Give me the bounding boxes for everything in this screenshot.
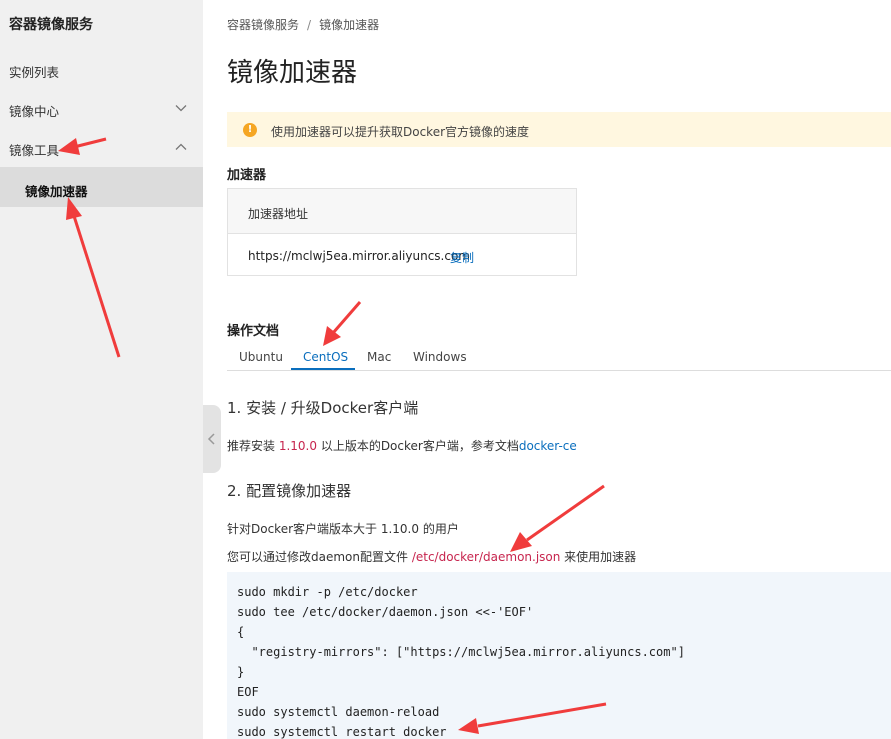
sidebar-item-label: 实例列表 bbox=[9, 65, 60, 80]
daemon-json-path: /etc/docker/daemon.json bbox=[411, 550, 561, 564]
breadcrumb-separator: / bbox=[307, 18, 312, 32]
page-title: 镜像加速器 bbox=[227, 58, 358, 88]
breadcrumb-current: 镜像加速器 bbox=[319, 18, 380, 32]
code-block[interactable]: sudo mkdir -p /etc/docker sudo tee /etc/… bbox=[227, 572, 891, 739]
code-line: sudo systemctl restart docker bbox=[237, 725, 447, 739]
sidebar-item-image-center[interactable]: 镜像中心 bbox=[0, 89, 203, 129]
warning-icon: ! bbox=[243, 123, 257, 137]
main-content: 容器镜像服务 / 镜像加速器 镜像加速器 ! 使用加速器可以提升获取Docker官方… bbox=[203, 0, 891, 739]
sidebar-item-label: 镜像中心 bbox=[9, 104, 60, 119]
step1-version: 1.10.0 bbox=[278, 439, 317, 453]
code-line: EOF bbox=[237, 685, 259, 699]
step1-title: 1. 安装 / 升级Docker客户端 bbox=[227, 399, 419, 417]
sidebar-item-image-accelerator[interactable]: 镜像加速器 bbox=[0, 167, 203, 207]
step1-paragraph: 推荐安装 1.10.0 以上版本的Docker客户端，参考文档docker-ce bbox=[227, 437, 577, 454]
code-line: { bbox=[237, 625, 245, 639]
step2-line2: 您可以通过修改daemon配置文件 /etc/docker/daemon.jso… bbox=[227, 548, 636, 565]
code-line: } bbox=[237, 665, 245, 679]
accelerator-table: 加速器地址 https://mclwj5ea.mirror.aliyuncs.c… bbox=[227, 188, 577, 276]
docker-ce-link[interactable]: docker-ce bbox=[519, 439, 577, 453]
os-tabs: Ubuntu CentOS Mac Windows bbox=[227, 346, 891, 371]
step2-text-suffix: 来使用加速器 bbox=[560, 550, 637, 564]
code-line: sudo systemctl daemon-reload bbox=[237, 705, 440, 719]
step2-text-prefix: 您可以通过修改daemon配置文件 bbox=[227, 550, 412, 564]
tab-mac[interactable]: Mac bbox=[367, 350, 391, 364]
code-line: sudo mkdir -p /etc/docker bbox=[237, 585, 418, 599]
docs-heading: 操作文档 bbox=[227, 324, 280, 339]
code-line: sudo tee /etc/docker/daemon.json <<-'EOF… bbox=[237, 605, 534, 619]
sidebar-item-instance-list[interactable]: 实例列表 bbox=[0, 50, 203, 90]
notice-text: 使用加速器可以提升获取Docker官方镜像的速度 bbox=[271, 125, 530, 139]
accelerator-heading: 加速器 bbox=[227, 168, 267, 183]
chevron-up-icon bbox=[175, 143, 187, 150]
column-header-accelerator-address: 加速器地址 bbox=[248, 207, 309, 221]
step1-text-middle: 以上版本的Docker客户端，参考文档 bbox=[317, 439, 519, 453]
sidebar: 容器镜像服务 实例列表 镜像中心 镜像工具 镜像加速器 bbox=[0, 0, 203, 739]
notice-banner: ! 使用加速器可以提升获取Docker官方镜像的速度 bbox=[227, 112, 891, 147]
active-tab-indicator bbox=[291, 368, 355, 370]
step2-line1: 针对Docker客户端版本大于 1.10.0 的用户 bbox=[227, 522, 459, 536]
table-header: 加速器地址 bbox=[228, 189, 576, 234]
sidebar-item-label: 镜像加速器 bbox=[25, 184, 88, 199]
tab-centos[interactable]: CentOS bbox=[303, 350, 348, 364]
copy-link[interactable]: 复制 bbox=[450, 249, 474, 266]
sidebar-title: 容器镜像服务 bbox=[9, 17, 93, 33]
step1-text-prefix: 推荐安装 bbox=[227, 439, 279, 453]
step2-title: 2. 配置镜像加速器 bbox=[227, 482, 352, 500]
breadcrumb-root-link[interactable]: 容器镜像服务 bbox=[227, 18, 299, 32]
tab-windows[interactable]: Windows bbox=[413, 350, 467, 364]
accelerator-url: https://mclwj5ea.mirror.aliyuncs.com bbox=[248, 249, 470, 263]
sidebar-item-image-tools[interactable]: 镜像工具 bbox=[0, 128, 203, 168]
code-line: "registry-mirrors": ["https://mclwj5ea.m… bbox=[237, 645, 685, 659]
tab-ubuntu[interactable]: Ubuntu bbox=[239, 350, 283, 364]
sidebar-item-label: 镜像工具 bbox=[9, 143, 60, 158]
chevron-down-icon bbox=[175, 105, 187, 112]
breadcrumb: 容器镜像服务 / 镜像加速器 bbox=[227, 16, 379, 33]
app-window: 容器镜像服务 实例列表 镜像中心 镜像工具 镜像加速器 容器镜像服务 / 镜像加速器… bbox=[0, 0, 891, 739]
